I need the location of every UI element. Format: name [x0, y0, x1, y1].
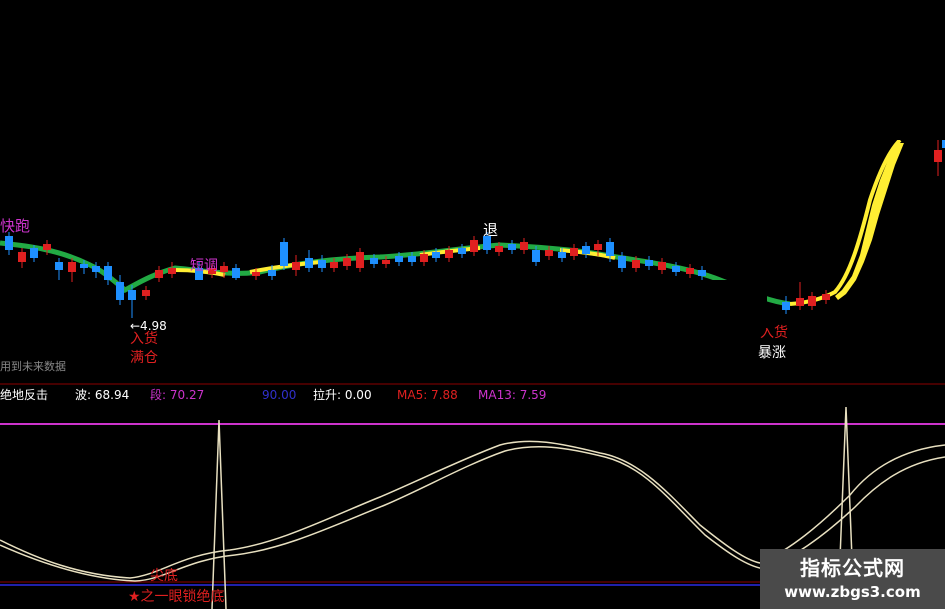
candle-body: [30, 248, 38, 258]
redacted-region-top-right: [535, 0, 945, 140]
candle-body: [92, 266, 100, 272]
candle-body: [395, 256, 403, 262]
candle-body: [305, 258, 313, 268]
candle-body: [330, 262, 338, 268]
candle-body: [545, 250, 553, 256]
candle-body: [558, 252, 566, 258]
candle-body: [782, 302, 790, 310]
candle-body: [420, 254, 428, 262]
candle-body: [645, 260, 653, 266]
candle-body: [155, 270, 163, 278]
candle-body: [796, 298, 804, 306]
candle-body: [142, 290, 150, 296]
candle-body: [116, 282, 124, 300]
candle-body: [458, 248, 466, 254]
candle-body: [280, 242, 288, 266]
future-data-note: 用到未来数据: [0, 359, 66, 373]
signal-jiandi: 尖底: [150, 568, 178, 584]
candle-body: [632, 260, 640, 268]
candle-body: [292, 262, 300, 270]
candle-body: [570, 248, 578, 256]
candle-body: [594, 244, 602, 250]
signal-baozhang: 暴涨: [758, 345, 786, 361]
candle-body: [318, 260, 326, 268]
candle-body: [934, 150, 942, 162]
candle-body: [582, 246, 590, 254]
candle-body: [232, 268, 240, 278]
candle-body: [18, 252, 26, 262]
candle-body: [470, 240, 478, 252]
candle-body: [408, 256, 416, 262]
candle-body: [618, 256, 626, 268]
signal-ruhuo-left: 入货: [130, 330, 158, 347]
signal-tui: 退: [483, 221, 498, 239]
signal-star-text: ★之一眼锁绝底: [128, 589, 225, 605]
candle-body: [672, 266, 680, 272]
candle-body: [168, 268, 176, 274]
signal-kuaipao: 快跑: [0, 217, 30, 235]
watermark-title: 指标公式网: [800, 556, 905, 580]
candle-body: [104, 266, 112, 280]
candle-body: [43, 244, 51, 250]
candle-body: [808, 296, 816, 306]
candle-body: [698, 270, 706, 276]
candle-body: [370, 258, 378, 264]
candle-body: [822, 294, 830, 300]
candle-body: [68, 262, 76, 272]
redacted-region-middle: [175, 280, 767, 328]
candle-body: [356, 252, 364, 268]
candle-body: [686, 268, 694, 274]
candle-body: [382, 260, 390, 264]
candle-body: [5, 236, 13, 250]
candle-body: [128, 290, 136, 300]
signal-mancang: 满仓: [130, 350, 158, 366]
candle-body: [252, 272, 260, 276]
candle-body: [80, 264, 88, 268]
candle-body: [55, 262, 63, 270]
spike-left: [211, 419, 227, 609]
candle-body: [495, 246, 503, 252]
candle-body: [445, 250, 453, 258]
candle-body: [520, 242, 528, 250]
candle-body: [508, 244, 516, 250]
candle-body: [658, 262, 666, 270]
candle-body: [220, 266, 228, 272]
candle-body: [343, 258, 351, 266]
signal-duantiao: 短调: [190, 258, 218, 274]
candle-body: [532, 250, 540, 262]
candle-body: [432, 252, 440, 258]
watermark-url: www.zbgs3.com: [784, 583, 921, 601]
candle-body: [268, 270, 276, 276]
candle-body: [606, 242, 614, 256]
site-watermark: 指标公式网 www.zbgs3.com: [760, 549, 945, 609]
